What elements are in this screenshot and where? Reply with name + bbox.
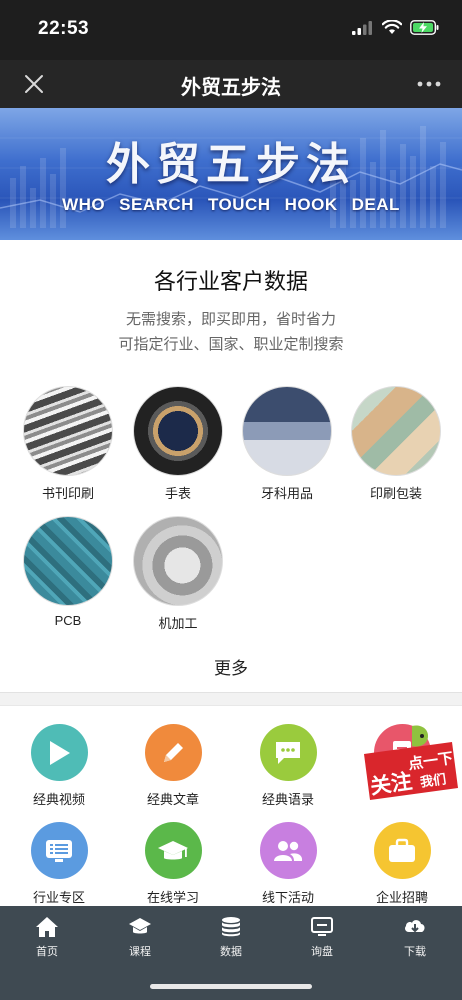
briefcase-icon [373,822,431,879]
chat-bubble-icon [259,724,317,781]
feature-label: 线下活动 [261,890,314,905]
banner-steps: WHO SEARCH TOUCH HOOK DEAL [0,195,462,215]
feature-label: 在线学习 [146,890,199,905]
industry-image-dental-supplies [242,386,332,476]
status-time: 22:53 [38,18,90,39]
industry-label: 机加工 [158,616,198,631]
database-icon [222,917,240,937]
feature-classic-quotes[interactable]: 经典语录 [233,724,343,808]
tab-inquiry[interactable]: 询盘 [292,916,352,959]
home-indicator[interactable] [150,984,312,989]
nav-bar: 外贸五步法 [0,60,462,108]
battery-charging-icon [410,20,439,35]
feature-offline-events[interactable]: 线下活动 [233,822,343,906]
industry-label: PCB [54,613,82,628]
industry-label: 手表 [164,486,191,501]
feature-label: 企业招聘 [375,890,428,905]
feature-label: 经典文章 [146,792,199,807]
banner-step-search: SEARCH [119,195,194,214]
feature-classic-videos[interactable]: 经典视频 [4,724,114,808]
industry-image-watch [133,386,223,476]
follow-badge-line3: 我们 [419,771,448,790]
tab-courses[interactable]: 课程 [110,916,170,959]
banner-step-who: WHO [62,195,106,214]
monitor-icon [311,917,333,936]
tab-download[interactable]: 下载 [385,916,445,959]
banner-step-deal: DEAL [351,195,400,214]
signal-icon [352,20,372,35]
status-bar: 22:53 [0,0,462,60]
tab-label: 数据 [220,946,242,958]
people-icon [259,822,317,879]
wifi-icon [382,20,402,34]
tab-home[interactable]: 首页 [17,916,77,959]
graduation-cap-icon [144,822,202,879]
industry-label: 书刊印刷 [41,486,94,501]
industry-item-machining[interactable]: 机加工 [128,516,228,632]
banner-step-touch: TOUCH [207,195,271,214]
graduation-cap-icon [129,918,151,934]
feature-classic-articles[interactable]: 经典文章 [118,724,228,808]
industry-item-book-printing[interactable]: 书刊印刷 [18,386,118,502]
play-icon [30,724,88,781]
banner-title: 外贸五步法 [106,139,356,190]
follow-badge-line2: 关注 [368,770,414,799]
industry-data-section: 各行业客户数据 无需搜索，即买即用，省时省力 可指定行业、国家、职业定制搜索 书… [0,240,462,692]
industry-item-print-packaging[interactable]: 印刷包装 [346,386,446,502]
cloud-download-icon [405,920,425,933]
section-divider [0,692,462,706]
tab-label: 课程 [129,946,151,958]
industry-label: 印刷包装 [369,486,422,501]
list-screen-icon [30,822,88,879]
feature-industry-zone[interactable]: 行业专区 [4,822,114,906]
industry-image-book-printing [23,386,113,476]
hero-banner[interactable]: 外贸五步法 WHO SEARCH TOUCH HOOK DEAL [0,108,462,240]
industry-item-pcb[interactable]: PCB [18,516,118,628]
feature-recruitment[interactable]: 企业招聘 [347,822,457,906]
feature-label: 行业专区 [32,890,85,905]
industry-image-machining [133,516,223,606]
tab-data[interactable]: 数据 [201,916,261,959]
industry-item-dental-supplies[interactable]: 牙科用品 [237,386,337,502]
industry-label: 牙科用品 [260,486,313,501]
tab-label: 下载 [404,946,426,958]
banner-step-hook: HOOK [284,195,338,214]
pencil-icon [144,724,202,781]
section-subtitle-line2: 可指定行业、国家、职业定制搜索 [118,336,344,353]
more-options-icon[interactable] [416,74,442,94]
tab-label: 询盘 [311,946,333,958]
section-subtitle-line1: 无需搜索，即买即用，省时省力 [125,311,336,328]
more-link[interactable]: 更多 [0,654,462,679]
feature-label: 经典语录 [261,792,314,807]
status-icons [352,20,440,35]
follow-us-badge[interactable]: 点一下 关注 我们 [360,724,460,806]
home-icon [36,917,58,937]
page-title: 外贸五步法 [181,77,281,99]
industry-image-print-packaging [351,386,441,476]
section-title: 各行业客户数据 [153,269,308,294]
industry-image-pcb [23,516,113,606]
feature-label: 经典视频 [32,792,85,807]
feature-online-learning[interactable]: 在线学习 [118,822,228,906]
tab-label: 首页 [36,946,58,958]
industry-item-watch[interactable]: 手表 [128,386,228,502]
